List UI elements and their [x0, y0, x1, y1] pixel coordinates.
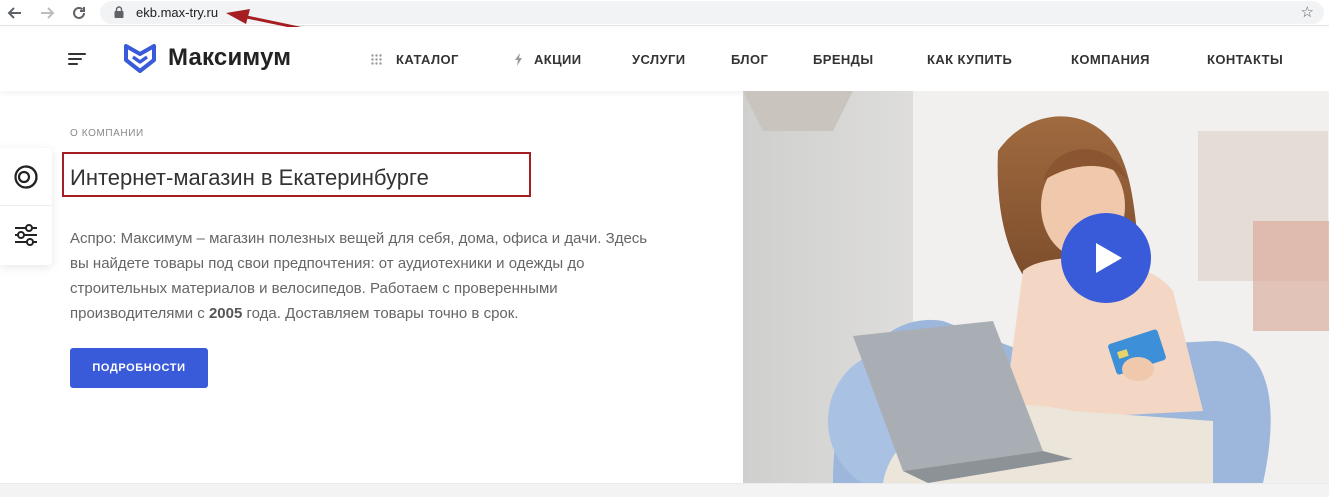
page-title: Интернет-магазин в Екатеринбурге: [70, 165, 429, 190]
play-icon: [1096, 243, 1122, 273]
menu-item-catalog[interactable]: КАТАЛОГ: [396, 52, 459, 67]
details-button[interactable]: ПОДРОБНОСТИ: [70, 348, 208, 388]
site-header: Максимум КАТАЛОГ АКЦИИ УСЛУГИ БЛОГ БРЕНД…: [0, 27, 1329, 91]
reload-icon[interactable]: [68, 2, 90, 24]
play-video-button[interactable]: [1061, 213, 1151, 303]
section-eyebrow: О КОМПАНИИ: [70, 128, 144, 139]
menu-item-contacts[interactable]: КОНТАКТЫ: [1207, 52, 1283, 67]
menu-item-how-to-buy[interactable]: КАК КУПИТЬ: [927, 52, 1012, 67]
filter-sliders-icon: [15, 224, 37, 246]
forward-arrow-icon[interactable]: [36, 2, 58, 24]
lightning-icon: [515, 53, 522, 66]
shield-logo-icon: [124, 44, 156, 73]
hero-image: [743, 91, 1329, 483]
compare-button[interactable]: [0, 148, 52, 206]
filter-button[interactable]: [0, 206, 52, 264]
url-text: ekb.max-try.ru: [136, 5, 219, 20]
menu-item-sales[interactable]: АКЦИИ: [534, 52, 582, 67]
address-bar[interactable]: ekb.max-try.ru ☆: [100, 1, 1324, 24]
menu-item-company[interactable]: КОМПАНИЯ: [1071, 52, 1150, 67]
grid-dots-icon: [371, 54, 382, 65]
browser-toolbar: ekb.max-try.ru ☆: [0, 0, 1329, 26]
menu-item-blog[interactable]: БЛОГ: [731, 52, 768, 67]
lock-icon: [114, 6, 124, 18]
compare-circles-icon: [14, 164, 38, 189]
logo-text: Максимум: [168, 44, 292, 71]
side-tools-panel: [0, 148, 52, 265]
menu-item-services[interactable]: УСЛУГИ: [632, 52, 685, 67]
hamburger-menu-icon[interactable]: [68, 53, 86, 65]
woman-with-laptop-illustration: [743, 91, 1329, 483]
star-icon[interactable]: ☆: [1301, 3, 1314, 21]
logo[interactable]: Максимум: [124, 43, 291, 73]
back-arrow-icon[interactable]: [4, 2, 26, 24]
company-description: Аспро: Максимум – магазин полезных вещей…: [70, 230, 648, 322]
menu-item-brands[interactable]: БРЕНДЫ: [813, 52, 873, 67]
page-bottom-strip: [0, 483, 1329, 497]
